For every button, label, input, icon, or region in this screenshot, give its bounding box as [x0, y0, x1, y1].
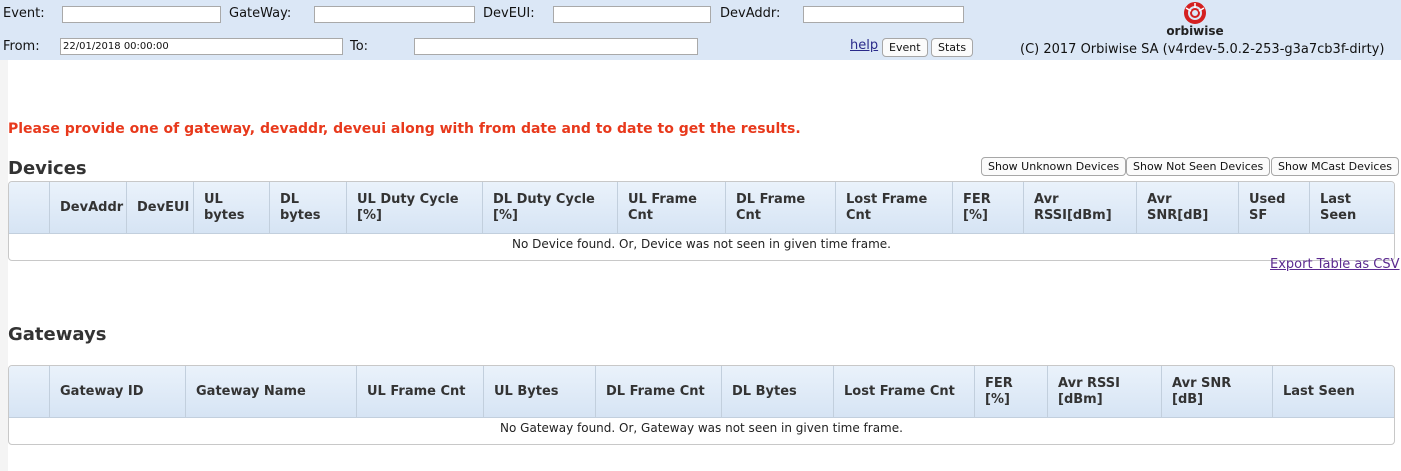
gateways-col-last-seen[interactable]: Last Seen	[1273, 366, 1394, 417]
show-unknown-devices-button[interactable]: Show Unknown Devices	[981, 157, 1127, 176]
event-button[interactable]: Event	[882, 38, 928, 57]
gateways-col-avr-rssi[interactable]: Avr RSSI [dBm]	[1048, 366, 1162, 417]
gateways-col-select[interactable]	[9, 366, 50, 417]
deveui-label: DevEUI:	[483, 6, 535, 21]
gateway-input[interactable]	[314, 6, 475, 23]
show-not-seen-devices-button[interactable]: Show Not Seen Devices	[1126, 157, 1271, 176]
logo-text: orbiwise	[1166, 24, 1224, 38]
devices-col-used-sf[interactable]: Used SF	[1239, 182, 1310, 233]
from-label: From:	[3, 39, 40, 54]
gateways-title: Gateways	[8, 324, 107, 345]
gateways-table: Gateway ID Gateway Name UL Frame Cnt UL …	[8, 365, 1395, 445]
devices-col-ul-frame-cnt[interactable]: UL Frame Cnt	[618, 182, 726, 233]
from-date-input[interactable]	[60, 38, 343, 55]
devices-col-fer[interactable]: FER [%]	[953, 182, 1024, 233]
show-mcast-devices-button[interactable]: Show MCast Devices	[1271, 157, 1399, 176]
orbiwise-logo-icon	[1184, 2, 1206, 24]
devices-col-select[interactable]	[9, 182, 50, 233]
orbiwise-logo: orbiwise	[1160, 1, 1230, 41]
event-label: Event:	[3, 6, 45, 21]
export-csv-link[interactable]: Export Table as CSV	[1270, 257, 1400, 272]
gateways-col-avr-snr[interactable]: Avr SNR [dB]	[1162, 366, 1273, 417]
devices-table: DevAddr DevEUI UL bytes DL bytes UL Duty…	[8, 181, 1395, 261]
copyright-text: (C) 2017 Orbiwise SA (v4rdev-5.0.2-253-g…	[1020, 42, 1385, 57]
gateways-col-gateway-id[interactable]: Gateway ID	[50, 366, 186, 417]
error-message: Please provide one of gateway, devaddr, …	[8, 121, 801, 137]
devices-col-dl-frame-cnt[interactable]: DL Frame Cnt	[726, 182, 836, 233]
devices-col-ul-duty-cycle[interactable]: UL Duty Cycle [%]	[347, 182, 483, 233]
devaddr-label: DevAddr:	[720, 6, 781, 21]
devices-title: Devices	[8, 158, 87, 179]
devices-table-header: DevAddr DevEUI UL bytes DL bytes UL Duty…	[9, 182, 1394, 234]
devices-col-last-seen[interactable]: Last Seen	[1310, 182, 1394, 233]
event-input[interactable]	[62, 6, 221, 23]
gateways-col-dl-bytes[interactable]: DL Bytes	[722, 366, 834, 417]
gateways-col-ul-bytes[interactable]: UL Bytes	[484, 366, 596, 417]
devices-col-avr-snr[interactable]: Avr SNR[dB]	[1137, 182, 1239, 233]
deveui-input[interactable]	[553, 6, 711, 23]
help-link[interactable]: help	[850, 38, 878, 53]
devices-col-deveui[interactable]: DevEUI	[127, 182, 194, 233]
to-date-input[interactable]	[414, 38, 698, 55]
devices-col-lost-frame-cnt[interactable]: Lost Frame Cnt	[836, 182, 953, 233]
devices-col-devaddr[interactable]: DevAddr	[50, 182, 127, 233]
devices-empty-message: No Device found. Or, Device was not seen…	[512, 237, 891, 251]
to-label: To:	[350, 39, 369, 54]
devices-col-dl-bytes[interactable]: DL bytes	[270, 182, 347, 233]
devaddr-input[interactable]	[803, 6, 964, 23]
gateways-col-lost-frame-cnt[interactable]: Lost Frame Cnt	[834, 366, 975, 417]
gateways-col-ul-frame-cnt[interactable]: UL Frame Cnt	[357, 366, 484, 417]
devices-col-avr-rssi[interactable]: Avr RSSI[dBm]	[1024, 182, 1137, 233]
gateways-col-gateway-name[interactable]: Gateway Name	[186, 366, 357, 417]
gateways-empty-message: No Gateway found. Or, Gateway was not se…	[500, 421, 903, 435]
gateways-table-header: Gateway ID Gateway Name UL Frame Cnt UL …	[9, 366, 1394, 418]
gateways-col-fer[interactable]: FER [%]	[975, 366, 1048, 417]
devices-col-ul-bytes[interactable]: UL bytes	[194, 182, 270, 233]
gateways-col-dl-frame-cnt[interactable]: DL Frame Cnt	[596, 366, 722, 417]
filter-bar: Event: GateWay: DevEUI: DevAddr: From: T…	[0, 0, 1401, 60]
devices-col-dl-duty-cycle[interactable]: DL Duty Cycle [%]	[483, 182, 618, 233]
gateway-label: GateWay:	[229, 6, 292, 21]
stats-button[interactable]: Stats	[931, 38, 974, 57]
